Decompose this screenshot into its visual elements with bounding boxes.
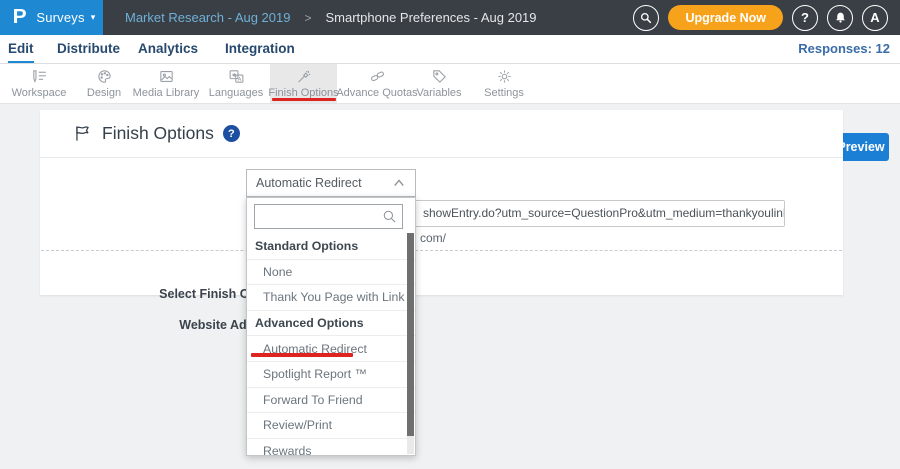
translate-icon: ✱ A: [228, 68, 245, 85]
tab-edit[interactable]: Edit: [8, 35, 34, 63]
question-mark-icon: ?: [228, 128, 235, 140]
bell-icon: [834, 11, 847, 24]
topbar-actions: Upgrade Now ? A: [633, 0, 888, 35]
account-avatar[interactable]: A: [862, 5, 888, 31]
dropdown-group-advanced-options: Advanced Options: [247, 310, 415, 336]
dropdown-option-none[interactable]: None: [247, 259, 415, 285]
help-button[interactable]: ?: [792, 5, 818, 31]
gear-icon: [496, 68, 513, 85]
dropdown-scrollbar-thumb[interactable]: [407, 233, 414, 436]
responses-count[interactable]: Responses: 12: [798, 35, 890, 63]
chevron-down-icon: ▾: [91, 12, 96, 23]
search-icon: [639, 11, 653, 25]
search-icon: [382, 209, 397, 224]
avatar-initial: A: [870, 10, 879, 25]
dropdown-option-forward-to-friend[interactable]: Forward To Friend: [247, 387, 415, 413]
toolbar-tab-advance-quotas[interactable]: Advance Quotas: [337, 64, 417, 103]
finish-options-help-button[interactable]: ?: [223, 125, 240, 142]
tag-icon: [431, 68, 448, 85]
toolbar-tab-label: Settings: [484, 87, 524, 99]
dropdown-option-spotlight-report[interactable]: Spotlight Report ™: [247, 361, 415, 387]
annotation-underline-finish-options-tab: [272, 98, 336, 101]
select-finish-option-label: Select Finish Option: [40, 287, 280, 301]
dropdown-option-thank-you-page[interactable]: Thank You Page with Link: [247, 284, 415, 310]
edit-toolbar: Workspace Design Media Library ✱ A Langu…: [0, 64, 900, 104]
dropdown-option-rewards[interactable]: Rewards: [247, 438, 415, 456]
website-helper-text: com/: [420, 231, 446, 245]
dropdown-option-automatic-redirect[interactable]: Automatic Redirect: [247, 335, 415, 361]
toolbar-tab-label: Languages: [209, 87, 263, 99]
breadcrumb-current: Smartphone Preferences - Aug 2019: [326, 10, 537, 25]
toolbar-tab-languages[interactable]: ✱ A Languages: [203, 64, 269, 103]
app-window: P Surveys ▾ Market Research - Aug 2019 >…: [0, 0, 900, 469]
toolbar-tab-design[interactable]: Design: [76, 64, 132, 103]
dropdown-search-box[interactable]: [254, 204, 403, 229]
preview-button-label: Preview: [837, 140, 884, 154]
notifications-button[interactable]: [827, 5, 853, 31]
breadcrumb-separator: >: [304, 11, 311, 25]
tab-distribute[interactable]: Distribute: [57, 35, 120, 63]
surveys-menu[interactable]: P Surveys ▾: [0, 0, 103, 35]
image-icon: [158, 68, 175, 85]
palette-icon: [96, 68, 113, 85]
website-address-label: Website Address: [40, 318, 280, 332]
upgrade-now-button[interactable]: Upgrade Now: [668, 5, 783, 30]
magic-wand-icon: [295, 68, 312, 85]
toolbar-tab-variables[interactable]: Variables: [408, 64, 470, 103]
toolbar-tab-label: Advance Quotas: [336, 87, 417, 99]
dropdown-scrollbar-track[interactable]: [407, 233, 414, 454]
section-divider: [41, 250, 842, 251]
dropdown-search-input[interactable]: [255, 205, 382, 228]
annotation-underline-automatic-redirect: [251, 353, 353, 357]
toolbar-tab-label: Design: [87, 87, 121, 99]
toolbar-tab-settings[interactable]: Settings: [472, 64, 536, 103]
toolbar-tab-workspace[interactable]: Workspace: [2, 64, 76, 103]
breadcrumb: Market Research - Aug 2019 > Smartphone …: [125, 0, 537, 35]
search-button[interactable]: [633, 5, 659, 31]
dropdown-option-review-print[interactable]: Review/Print: [247, 412, 415, 438]
tab-analytics[interactable]: Analytics: [138, 35, 198, 63]
toolbar-tab-media-library[interactable]: Media Library: [129, 64, 203, 103]
page-title: Finish Options: [102, 123, 214, 144]
surveys-menu-label: Surveys: [36, 10, 84, 25]
toolbar-tab-label: Variables: [416, 87, 461, 99]
toolbar-tab-label: Workspace: [12, 87, 67, 99]
panel-header: Finish Options ?: [40, 110, 843, 158]
dropdown-option-list: Standard Options None Thank You Page wit…: [247, 233, 415, 456]
question-mark-icon: ?: [801, 10, 809, 25]
top-bar: P Surveys ▾ Market Research - Aug 2019 >…: [0, 0, 900, 35]
breadcrumb-parent[interactable]: Market Research - Aug 2019: [125, 10, 290, 25]
questionpro-logo: P: [13, 6, 27, 29]
workspace-pencil-list-icon: [31, 68, 48, 85]
finish-option-dropdown-panel: Standard Options None Thank You Page wit…: [246, 197, 416, 456]
selected-finish-option: Automatic Redirect: [256, 176, 392, 190]
chevron-up-icon: [392, 177, 406, 189]
finish-option-select[interactable]: Automatic Redirect: [246, 169, 416, 197]
svg-text:✱: ✱: [231, 72, 236, 79]
svg-text:A: A: [237, 77, 241, 83]
section-nav: Edit Distribute Analytics Integration Re…: [0, 35, 900, 64]
finish-flag-icon: [73, 124, 92, 143]
dropdown-group-standard-options: Standard Options: [247, 233, 415, 259]
toolbar-tab-label: Media Library: [133, 87, 200, 99]
tab-integration[interactable]: Integration: [225, 35, 295, 63]
chain-links-icon: [369, 68, 386, 85]
